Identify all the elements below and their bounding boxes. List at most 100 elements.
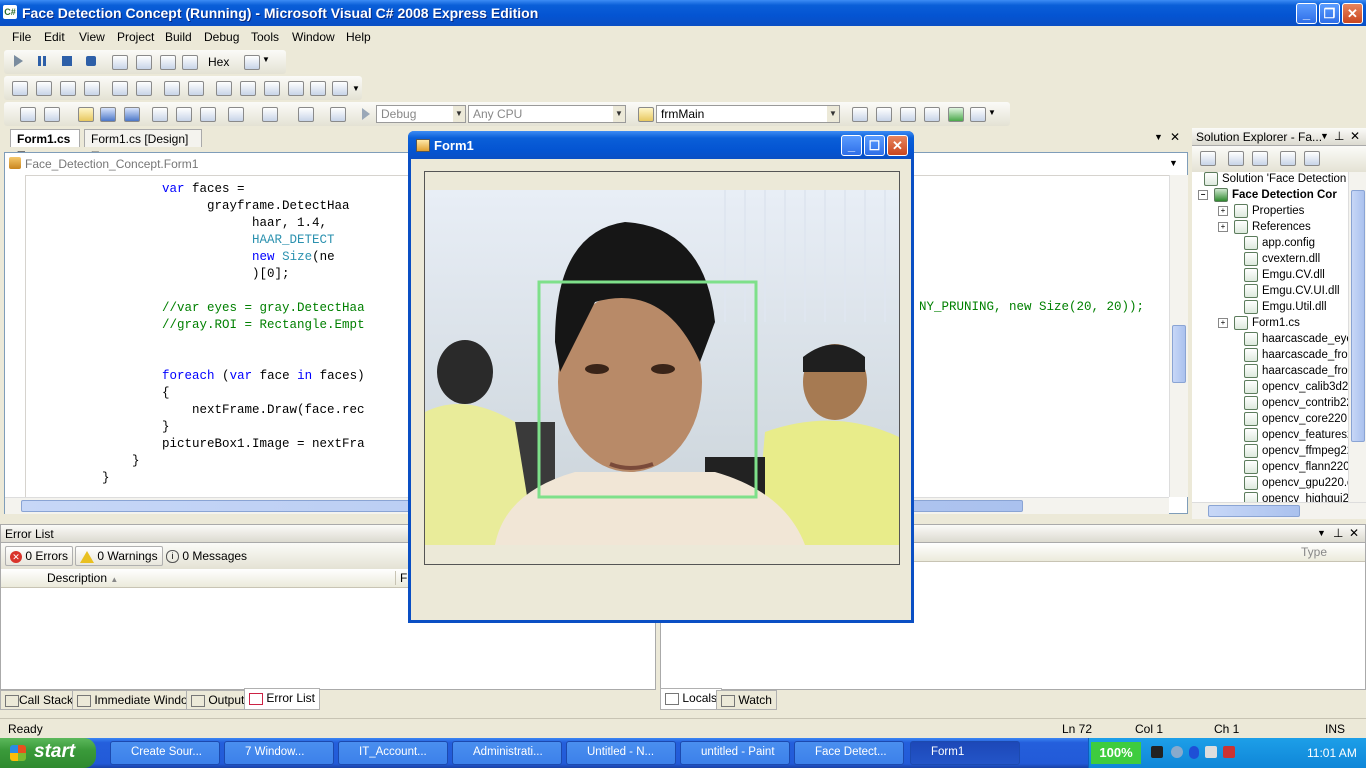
outdent-icon[interactable] [112,81,128,96]
step-out-icon[interactable] [160,55,176,70]
indent-icon[interactable] [136,81,152,96]
hex-button[interactable]: Hex [208,55,229,69]
taskbar-item[interactable]: Administrati... [452,741,562,765]
scrollbar-thumb[interactable] [1351,190,1365,442]
pin-icon[interactable]: ⊥ [1334,129,1344,143]
tree-item-file[interactable]: Emgu.CV.UI.dll [1244,284,1340,300]
continue-icon[interactable] [14,55,23,67]
save-all-icon[interactable] [124,107,140,122]
tree-item-file[interactable]: opencv_gpu220.d [1244,476,1348,492]
zoom-indicator[interactable]: 100% [1091,742,1141,764]
active-files-dropdown-icon[interactable]: ▼ [1154,132,1163,142]
errors-filter-button[interactable]: ✕ 0 Errors [5,546,74,566]
taskbar-item[interactable]: IT_Account... [338,741,448,765]
tree-item-file[interactable]: opencv_ffmpeg22 [1244,444,1348,460]
minimize-button[interactable]: _ [1296,3,1317,24]
tree-item-file[interactable]: Emgu.CV.dll [1244,268,1325,284]
taskbar-item[interactable]: Untitled - N... [566,741,676,765]
align-rights-icon[interactable] [60,81,76,96]
form1-close-button[interactable]: ✕ [887,135,908,156]
bookmark-icon[interactable] [216,81,232,96]
start-page-icon[interactable] [948,107,964,122]
pause-icon[interactable] [38,56,46,66]
power-icon[interactable] [1151,746,1163,758]
chevron-down-icon[interactable]: ▼ [988,108,996,117]
view-code-icon[interactable] [1280,151,1296,166]
clock[interactable]: 11:01 AM [1307,746,1357,760]
tree-item-form1[interactable]: + Form1.cs [1218,316,1300,332]
tab-immediate-window[interactable]: Immediate Window [72,690,202,710]
close-document-icon[interactable]: ✕ [1170,130,1180,144]
tab-call-stack[interactable]: Call Stack [0,690,79,710]
tree-item-file[interactable]: haarcascade_fron [1244,364,1348,380]
next-bookmark-icon[interactable] [264,81,280,96]
dropdown-icon[interactable]: ▼ [1317,528,1326,538]
solution-vertical-scrollbar[interactable] [1348,172,1366,502]
menu-debug[interactable]: Debug [204,30,239,44]
expand-icon[interactable]: + [1218,222,1228,232]
close-icon[interactable]: ✕ [1350,129,1360,143]
editor-vertical-scrollbar[interactable] [1169,175,1188,497]
other-windows-icon[interactable] [970,107,986,122]
clear-bookmarks-icon[interactable] [332,81,348,96]
menu-build[interactable]: Build [165,30,192,44]
tree-project[interactable]: − Face Detection Cor [1198,188,1337,204]
comment-icon[interactable] [164,81,180,96]
taskbar-item[interactable]: Form1 [910,741,1020,765]
align-lefts-icon[interactable] [12,81,28,96]
form1-minimize-button[interactable]: _ [841,135,862,156]
start-button[interactable]: start [0,738,96,768]
tree-item-file[interactable]: haarcascade_fron [1244,348,1348,364]
type-dropdown[interactable]: Face_Detection_Concept.Form1 [25,157,198,171]
column-description[interactable]: Description ▲ [47,571,118,585]
tab-form1-cs[interactable]: Form1.cs ▣ [10,129,80,159]
expand-icon[interactable]: + [1218,318,1228,328]
menu-edit[interactable]: Edit [44,30,65,44]
tree-item-file[interactable]: app.config [1244,236,1315,252]
menu-view[interactable]: View [79,30,105,44]
expand-icon[interactable]: + [1218,206,1228,216]
tab-error-list[interactable]: Error List [244,688,321,710]
menu-window[interactable]: Window [292,30,335,44]
breakpoint-icon[interactable] [182,55,198,70]
add-item-icon[interactable] [44,107,60,122]
tree-item-file[interactable]: haarcascade_eye [1244,332,1348,348]
menu-file[interactable]: File [12,30,31,44]
find-in-files-icon[interactable] [638,107,654,122]
restore-button[interactable]: ❐ [1319,3,1340,24]
volume-icon[interactable] [1205,746,1217,758]
open-file-icon[interactable] [78,107,94,122]
collapse-icon[interactable]: − [1198,190,1208,200]
column-type[interactable]: Type [1301,545,1327,559]
tab-form1-design[interactable]: Form1.cs [Design] ▣ [84,129,202,159]
taskbar-item[interactable]: untitled - Paint [680,741,790,765]
step-into-icon[interactable] [112,55,128,70]
platform-combo[interactable]: Any CPU ▼ [468,105,626,123]
prev-bookmark-icon[interactable] [240,81,256,96]
chevron-down-icon[interactable]: ▼ [352,84,360,93]
security-icon[interactable] [1223,746,1235,758]
navigate-icon[interactable] [298,107,314,122]
close-button[interactable]: ✕ [1342,3,1363,24]
undo-icon[interactable] [228,107,244,122]
tree-item-file[interactable]: Emgu.Util.dll [1244,300,1327,316]
dropdown-icon[interactable]: ▼ [1320,131,1329,141]
tree-item-file[interactable]: opencv_highgui22 [1244,492,1348,502]
scrollbar-thumb[interactable] [1208,505,1300,517]
start-debug-icon[interactable] [362,108,370,120]
next-in-folder-icon[interactable] [310,81,326,96]
tree-item-file[interactable]: cvextern.dll [1244,252,1320,268]
menu-help[interactable]: Help [346,30,371,44]
messages-filter-button[interactable]: i 0 Messages [161,546,252,566]
solution-horizontal-scrollbar[interactable] [1192,502,1366,519]
restart-icon[interactable] [86,56,96,66]
step-over-icon[interactable] [136,55,152,70]
chevron-down-icon[interactable]: ▼ [1169,158,1178,168]
chevron-down-icon[interactable]: ▼ [262,55,270,64]
new-project-icon[interactable] [20,107,36,122]
cut-icon[interactable] [152,107,168,122]
tree-item-file[interactable]: opencv_flann220. [1244,460,1348,476]
configuration-combo[interactable]: Debug ▼ [376,105,466,123]
tree-item-file[interactable]: opencv_core220.c [1244,412,1348,428]
menu-project[interactable]: Project [117,30,154,44]
